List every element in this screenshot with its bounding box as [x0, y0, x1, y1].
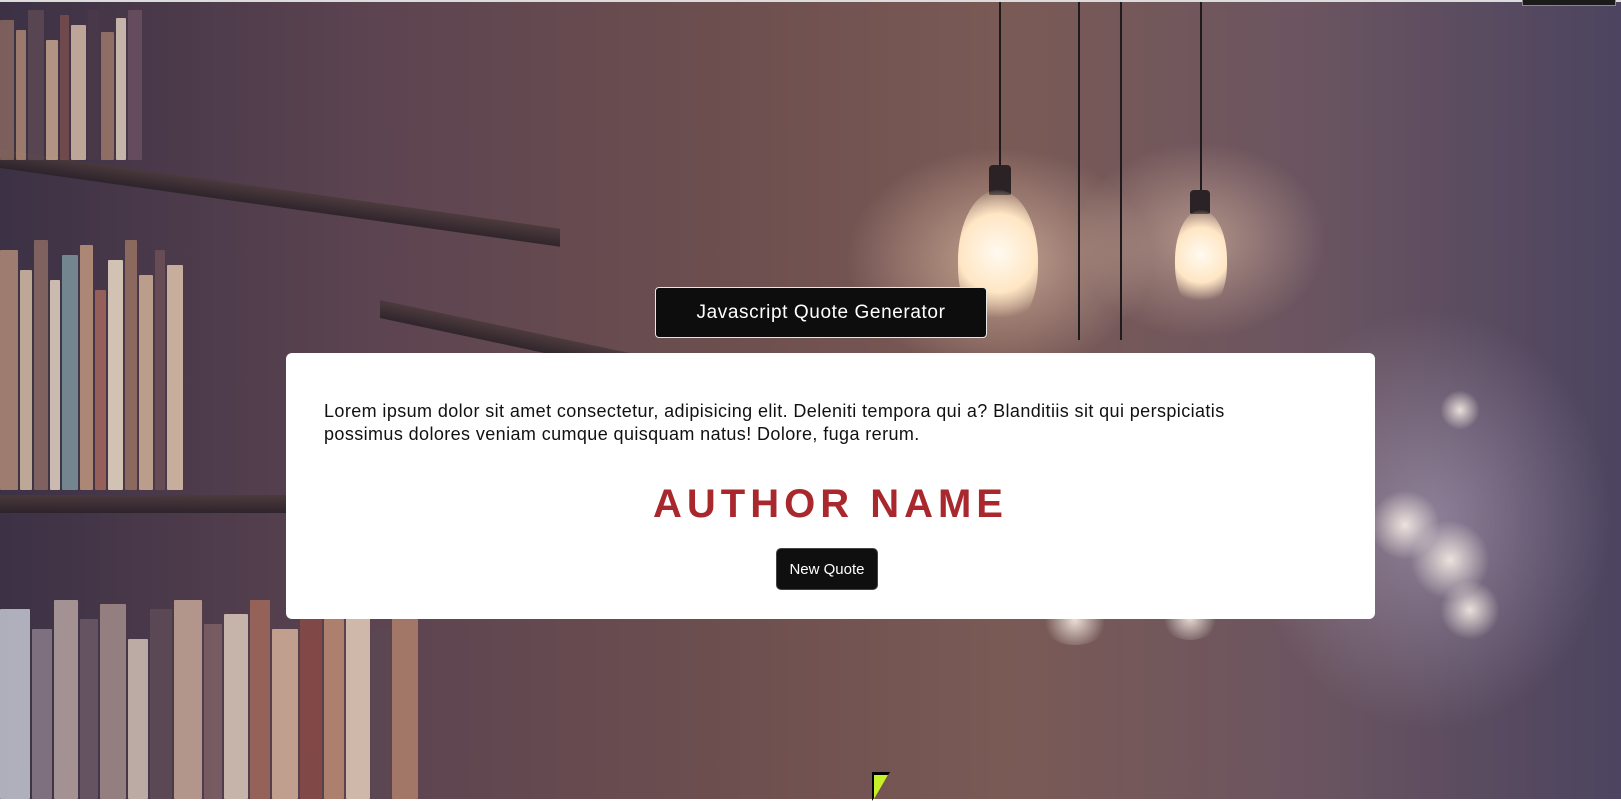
app-title: Javascript Quote Generator — [655, 287, 987, 338]
quote-text: Lorem ipsum dolor sit amet consectetur, … — [324, 401, 1225, 444]
window-top-edge — [0, 0, 1621, 2]
shelf-plank — [0, 150, 560, 247]
author-name: AUTHOR NAME — [653, 482, 1008, 526]
bookshelf-row — [0, 240, 185, 490]
new-quote-button[interactable]: New Quote — [776, 548, 878, 590]
window-corner-control — [1522, 0, 1616, 6]
shelf-plank — [0, 495, 300, 513]
light-bulb-icon — [1175, 210, 1227, 310]
bookshelf-row — [0, 10, 144, 160]
quote-card: Lorem ipsum dolor sit amet consectetur, … — [286, 353, 1375, 619]
mouse-pointer-fill — [874, 775, 888, 799]
bookshelf-row — [0, 600, 420, 799]
